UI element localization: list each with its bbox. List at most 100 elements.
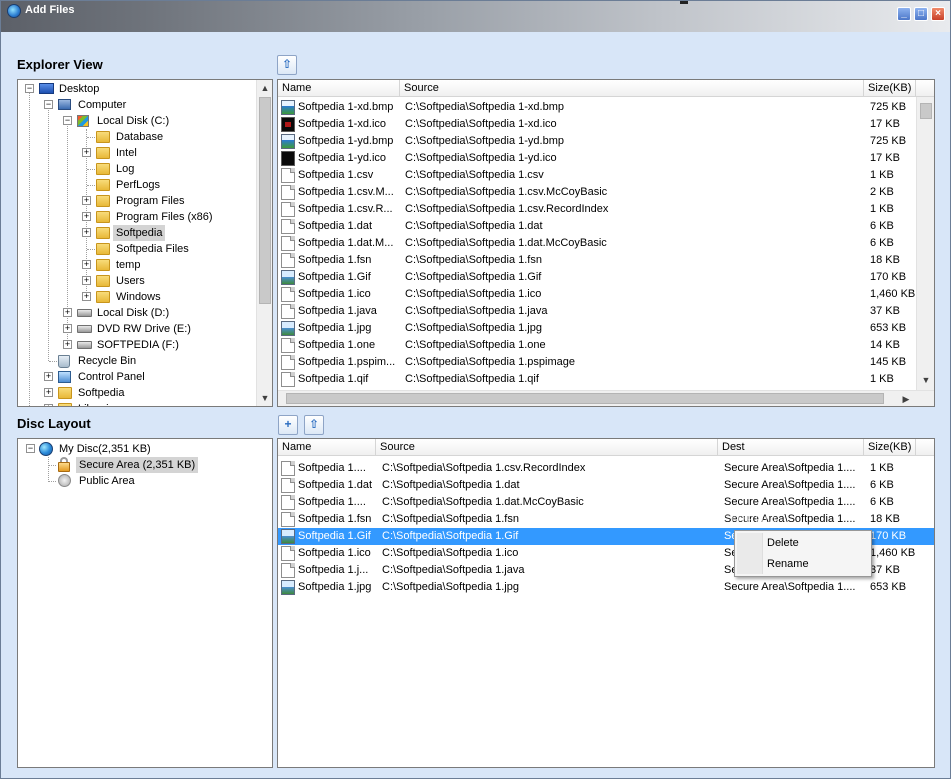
file-source: C:\Softpedia\Softpedia 1.dat.McCoyBasic [382,496,584,508]
tree-item[interactable]: Database [18,129,256,145]
file-row[interactable]: Softpedia 1.dat C:\Softpedia\Softpedia 1.… [278,218,916,235]
tree-expander[interactable]: + [44,404,53,406]
disc-file-row[interactable]: Softpedia 1.... C:\Softpedia\Softpedia 1.… [278,460,934,477]
file-row[interactable]: Softpedia 1.pspim... C:\Softpedia\Softped… [278,354,916,371]
tree-item[interactable]: − Computer [18,97,256,113]
tree-expander[interactable]: + [44,388,53,397]
file-name: Softpedia 1.ico [298,288,371,300]
scroll-down-icon[interactable]: ▼ [257,390,272,406]
tree-expander[interactable]: + [82,148,91,157]
file-row[interactable]: Softpedia 1.csv.R... C:\Softpedia\Softped… [278,201,916,218]
tree-item[interactable]: + SOFTPEDIA (F:) [18,337,256,353]
tree-item[interactable]: Recycle Bin [18,353,256,369]
tree-expander[interactable]: + [63,340,72,349]
disc-file-row[interactable]: Softpedia 1.fsn C:\Softpedia\Softpedia 1.… [278,511,934,528]
disc-file-row[interactable]: Softpedia 1.jpg C:\Softpedia\Softpedia 1.… [278,579,934,596]
tree-expander[interactable]: + [82,196,91,205]
column-header[interactable]: Source [400,80,864,97]
file-row[interactable]: Softpedia 1.ico C:\Softpedia\Softpedia 1.… [278,286,916,303]
column-header[interactable]: Size(KB) [864,80,916,97]
disc-file-list[interactable]: Name Source Dest Size(KB) Softpedia 1.... C:\… [277,438,935,768]
tree-item[interactable]: + DVD RW Drive (E:) [18,321,256,337]
tree-expander[interactable]: + [82,228,91,237]
tree-item[interactable]: + Users [18,273,256,289]
disc-file-row[interactable]: Softpedia 1.dat C:\Softpedia\Softpedia 1.… [278,477,934,494]
file-row[interactable]: Softpedia 1.java C:\Softpedia\Softpedia 1… [278,303,916,320]
scroll-thumb[interactable] [259,97,271,304]
tree-expander[interactable]: − [25,84,34,93]
file-row[interactable]: Softpedia 1.qif C:\Softpedia\Softpedia 1.… [278,371,916,388]
file-row[interactable]: Softpedia 1.jpg C:\Softpedia\Softpedia 1.… [278,320,916,337]
tree-item-label: Database [116,131,164,143]
tree-expander[interactable]: − [63,116,72,125]
file-row[interactable]: Softpedia 1.fsn C:\Softpedia\Softpedia 1.… [278,252,916,269]
explorer-folder-tree[interactable]: − Desktop − Computer − Local Disk (C:) Databas… [17,79,273,407]
file-row[interactable]: Softpedia 1-xd.bmp C:\Softpedia\Softpedia… [278,99,916,116]
file-row[interactable]: Softpedia 1.one C:\Softpedia\Softpedia 1.… [278,337,916,354]
column-header[interactable]: Dest [718,439,864,456]
maximize-button[interactable]: □ [914,7,928,21]
tree-item[interactable]: + Softpedia [18,225,256,241]
disc-file-row[interactable]: Softpedia 1.... C:\Softpedia\Softpedia 1.… [278,494,934,511]
context-menu-delete[interactable]: Delete [767,533,799,553]
column-header[interactable]: Name [278,80,400,97]
tree-expander[interactable]: + [82,260,91,269]
tree-expander[interactable]: − [44,100,53,109]
tree-item[interactable]: + Program Files (x86) [18,209,256,225]
tree-item[interactable]: + Program Files [18,193,256,209]
tree-item[interactable]: Public Area [18,473,268,489]
explorer-file-list[interactable]: Name Source Size(KB) Softpedia 1-xd.bmp C:\S… [277,79,935,407]
scroll-up-icon[interactable]: ▲ [257,80,272,96]
tree-item[interactable]: Softpedia Files [18,241,256,257]
explorer-tree-vscroll[interactable]: ▲ ▼ [256,80,272,406]
file-row[interactable]: Softpedia 1.csv.M... C:\Softpedia\Softped… [278,184,916,201]
tree-item[interactable]: + Softpedia [18,385,256,401]
tree-expander[interactable]: + [82,292,91,301]
tree-expander[interactable]: + [44,372,53,381]
file-row[interactable]: Softpedia 1.Gif C:\Softpedia\Softpedia 1.… [278,269,916,286]
tree-expander[interactable]: + [82,212,91,221]
close-button[interactable]: × [931,7,945,21]
file-row[interactable]: Softpedia 1-yd.ico C:\Softpedia\Softpedia… [278,150,916,167]
tree-item[interactable]: + temp [18,257,256,273]
scroll-thumb[interactable] [920,103,932,119]
tree-expander[interactable]: + [82,276,91,285]
column-header[interactable]: Size(KB) [864,439,916,456]
tree-item[interactable]: − Desktop [18,81,256,97]
title-bar[interactable]: Add Files _ □ × [1,1,950,32]
scroll-right-icon[interactable]: ▶ [898,391,914,406]
tree-item[interactable]: + Local Disk (D:) [18,305,256,321]
file-row[interactable]: Softpedia 1.dat.M... C:\Softpedia\Softped… [278,235,916,252]
tree-item[interactable]: + Intel [18,145,256,161]
column-header[interactable]: Name [278,439,376,456]
file-source: C:\Softpedia\Softpedia 1.csv.McCoyBasic [405,186,608,198]
file-list-hscroll[interactable]: ▶ [278,390,934,406]
tree-item[interactable]: − My Disc(2,351 KB) [18,441,268,457]
context-menu-rename[interactable]: Rename [767,554,809,574]
tree-expander[interactable]: + [63,324,72,333]
file-row[interactable]: Softpedia 1-yd.bmp C:\Softpedia\Softpedia… [278,133,916,150]
tree-item[interactable]: Secure Area (2,351 KB) [18,457,268,473]
file-name: Softpedia 1-xd.bmp [298,101,394,113]
tree-item[interactable]: − Local Disk (C:) [18,113,256,129]
scroll-down-icon[interactable]: ▼ [918,372,934,388]
tree-item[interactable]: Log [18,161,256,177]
column-header[interactable]: Source [376,439,718,456]
scroll-thumb[interactable] [286,393,884,404]
tree-item[interactable]: + Control Panel [18,369,256,385]
disc-layout-tree[interactable]: − My Disc(2,351 KB) Secure Area (2,351 KB)… [17,438,273,768]
file-list-vscroll[interactable]: ▼ [916,97,934,390]
disc-up-button[interactable]: ⇧ [304,415,324,435]
explorer-up-button[interactable]: ⇧ [277,55,297,75]
file-icon [281,168,295,183]
new-folder-button[interactable]: + [278,415,298,435]
tree-item[interactable]: + Windows [18,289,256,305]
tree-item[interactable]: + Libraries [18,401,256,406]
file-size: 653 KB [870,322,907,334]
tree-expander[interactable]: + [63,308,72,317]
tree-item[interactable]: PerfLogs [18,177,256,193]
file-row[interactable]: Softpedia 1-xd.ico C:\Softpedia\Softpedia… [278,116,916,133]
minimize-button[interactable]: _ [897,7,911,21]
file-row[interactable]: Softpedia 1.csv C:\Softpedia\Softpedia 1.… [278,167,916,184]
tree-expander[interactable]: − [26,444,35,453]
